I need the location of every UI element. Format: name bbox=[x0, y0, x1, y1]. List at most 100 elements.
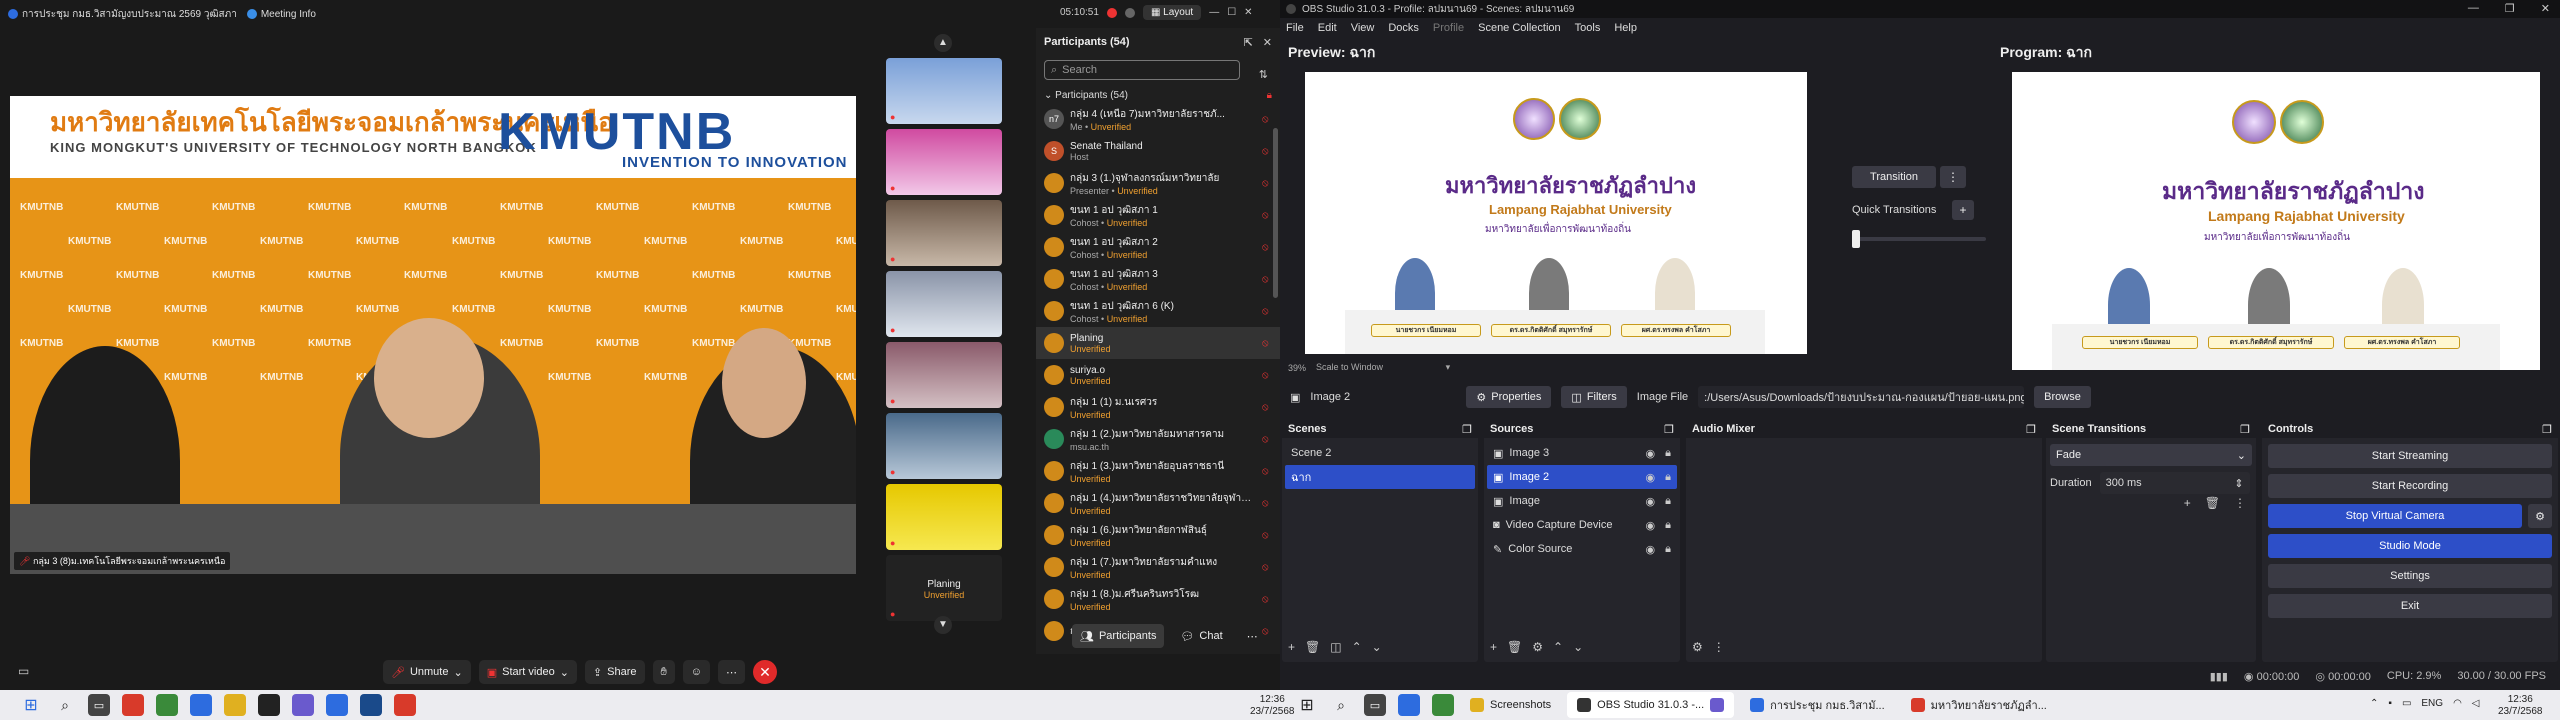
studio-mode-button[interactable]: Studio Mode bbox=[2268, 534, 2552, 558]
menu-file[interactable]: File bbox=[1286, 22, 1304, 34]
participant-row[interactable]: ขนท 1 อป วุฒิสภา 2 Cohost • Unverified ⦸ bbox=[1036, 231, 1280, 263]
trash-icon[interactable]: 🗑︎ bbox=[1507, 640, 1522, 654]
menu-tools[interactable]: Tools bbox=[1575, 22, 1601, 34]
video-thumbnail[interactable]: ● bbox=[886, 342, 1002, 408]
participant-row[interactable]: ขนท 1 อป วุฒิสภา 3 Cohost • Unverified ⦸ bbox=[1036, 263, 1280, 295]
video-thumbnail[interactable]: ● bbox=[886, 129, 1002, 195]
participant-row[interactable]: กลุ่ม 1 (4.)มหาวิทยาลัยราชวิทยาลัยจุฬาภร… bbox=[1036, 487, 1280, 519]
participant-row[interactable]: n7 กลุ่ม 4 (เหนือ 7)มหาวิทยาลัยราชภั... Me… bbox=[1036, 103, 1280, 135]
transition-bar[interactable] bbox=[1852, 237, 1986, 241]
app-icon[interactable] bbox=[326, 694, 348, 716]
menu-icon[interactable]: ⋮ bbox=[1713, 640, 1725, 654]
menu-scene-collection[interactable]: Scene Collection bbox=[1478, 22, 1561, 34]
stop-virtual-camera-button[interactable]: Stop Virtual Camera bbox=[2268, 504, 2522, 528]
chat-tab-button[interactable]: 💬︎ Chat bbox=[1172, 624, 1230, 648]
participant-row[interactable]: กลุ่ม 1 (8.)ม.ศรีนครินทรวิโรฒ Unverified ⦸ bbox=[1036, 583, 1280, 615]
taskbar-app[interactable]: การประชุม กมธ.วิสามั... bbox=[1740, 692, 1895, 718]
start-video-button[interactable]: ▣ Start video ⌄ bbox=[478, 660, 577, 684]
trash-icon[interactable]: 🗑︎ bbox=[1305, 640, 1320, 654]
start-recording-button[interactable]: Start Recording bbox=[2268, 474, 2552, 498]
participants-section-header[interactable]: ⌄ Participants (54) 🔒︎ bbox=[1036, 84, 1280, 103]
lock-icon[interactable]: 🔒︎ bbox=[1665, 471, 1671, 484]
participant-row[interactable]: กลุ่ม 1 (2.)มหาวิทยาลัยมหาสารคาม msu.ac.t… bbox=[1036, 423, 1280, 455]
participant-row[interactable]: ขนท 1 อป วุฒิสภา 1 Cohost • Unverified ⦸ bbox=[1036, 199, 1280, 231]
settings-button[interactable]: Settings bbox=[2268, 564, 2552, 588]
lock-icon[interactable]: 🔒︎ bbox=[1665, 495, 1671, 508]
add-icon[interactable]: + bbox=[1288, 640, 1295, 654]
transition-bar-handle[interactable] bbox=[1852, 230, 1860, 248]
lock-icon[interactable]: 🔒︎ bbox=[1665, 519, 1671, 532]
windows-start-icon[interactable]: ⊞ bbox=[1296, 694, 1318, 716]
participants-scrollbar[interactable] bbox=[1273, 128, 1278, 298]
task-view-icon[interactable]: ▭ bbox=[88, 694, 110, 716]
virtual-camera-settings-button[interactable]: ⚙ bbox=[2528, 504, 2552, 528]
video-thumbnail[interactable]: ● bbox=[886, 58, 1002, 124]
search-icon[interactable]: ⌕ bbox=[1330, 694, 1352, 716]
gear-icon[interactable]: ⚙ bbox=[1692, 640, 1703, 654]
participant-row[interactable]: กลุ่ม 3 (1.)จุฬาลงกรณ์มหาวิทยาลัย Present… bbox=[1036, 167, 1280, 199]
exit-button[interactable]: Exit bbox=[2268, 594, 2552, 618]
source-item[interactable]: ◙ Video Capture Device ◉ 🔒︎ bbox=[1487, 513, 1677, 537]
add-quick-transition-button[interactable]: + bbox=[1952, 200, 1974, 220]
undock-icon[interactable]: ❐ bbox=[1462, 423, 1472, 436]
gear-icon[interactable]: ⚙ bbox=[1532, 640, 1543, 654]
meeting-title[interactable]: การประชุม กมธ.วิสามัญงบประมาณ 2569 วุฒิส… bbox=[8, 7, 237, 22]
participant-row[interactable]: ขนท 1 อป วุฒิสภา 6 (K) Cohost • Unverifie… bbox=[1036, 295, 1280, 327]
participant-row[interactable]: suriya.o Unverified ⦸ bbox=[1036, 359, 1280, 391]
search-icon[interactable]: ⌕ bbox=[54, 694, 76, 716]
menu-edit[interactable]: Edit bbox=[1318, 22, 1337, 34]
minimize-icon[interactable]: — bbox=[2468, 2, 2479, 15]
scene-item[interactable]: Scene 2 bbox=[1285, 441, 1475, 465]
move-up-icon[interactable]: ⌃ bbox=[1352, 640, 1362, 654]
close-icon[interactable]: ✕ bbox=[2541, 2, 2550, 15]
participants-search-input[interactable]: ⌕ Search bbox=[1044, 60, 1240, 80]
app-icon[interactable] bbox=[1710, 698, 1725, 712]
chrome-icon[interactable] bbox=[156, 694, 178, 716]
obs-icon[interactable] bbox=[258, 694, 280, 716]
more-icon[interactable]: ⋯ bbox=[1239, 624, 1266, 648]
source-item[interactable]: ▣ Image 3 ◉ 🔒︎ bbox=[1487, 441, 1677, 465]
video-thumbnail[interactable]: ● bbox=[886, 271, 1002, 337]
edge-icon[interactable] bbox=[1398, 694, 1420, 716]
clock[interactable]: 12:36 23/7/2568 bbox=[2498, 694, 2543, 718]
maximize-icon[interactable]: ❐ bbox=[2505, 2, 2515, 15]
visibility-eye-icon[interactable]: ◉ bbox=[1646, 543, 1656, 556]
visibility-eye-icon[interactable]: ◉ bbox=[1646, 519, 1656, 532]
thumbnails-scroll-down-button[interactable]: ▼ bbox=[934, 616, 952, 634]
task-view-icon[interactable]: ▭ bbox=[1364, 694, 1386, 716]
video-thumbnail-planing[interactable]: Planing Unverified ● bbox=[886, 555, 1002, 621]
source-item[interactable]: ▣ Image ◉ 🔒︎ bbox=[1487, 489, 1677, 513]
undock-icon[interactable]: ❐ bbox=[2026, 423, 2036, 436]
visibility-eye-icon[interactable]: ◉ bbox=[1646, 471, 1656, 484]
reactions-button[interactable]: ☺ bbox=[682, 660, 711, 684]
app-tray-icon[interactable]: ▪ bbox=[2388, 698, 2392, 709]
undock-icon[interactable]: ❐ bbox=[2542, 423, 2552, 436]
sort-icon[interactable]: ⇅ bbox=[1259, 68, 1268, 81]
meeting-info-button[interactable]: Meeting Info bbox=[246, 9, 316, 20]
trash-icon[interactable]: 🗑︎ bbox=[2205, 496, 2220, 510]
close-icon[interactable]: ✕ bbox=[1263, 36, 1272, 49]
layout-button[interactable]: ▦ Layout bbox=[1142, 5, 1202, 20]
windows-start-icon[interactable]: ⊞ bbox=[20, 694, 42, 716]
properties-button[interactable]: ⚙ Properties bbox=[1466, 386, 1552, 408]
share-button[interactable]: ⇪ Share bbox=[584, 660, 645, 684]
taskbar-app[interactable]: OBS Studio 31.0.3 -... bbox=[1567, 692, 1735, 718]
source-item[interactable]: ✎ Color Source ◉ 🔒︎ bbox=[1487, 537, 1677, 561]
taskbar-app[interactable]: Screenshots bbox=[1460, 692, 1561, 718]
source-item[interactable]: ▣ Image 2 ◉ 🔒︎ bbox=[1487, 465, 1677, 489]
active-speaker-video[interactable]: มหาวิทยาลัยเทคโนโลยีพระจอมเกล้าพระนครเหน… bbox=[10, 96, 856, 574]
menu-icon[interactable]: ⋮ bbox=[2234, 496, 2246, 510]
browse-button[interactable]: Browse bbox=[2034, 386, 2091, 408]
visibility-eye-icon[interactable]: ◉ bbox=[1646, 447, 1656, 460]
participants-tab-button[interactable]: 👥︎ Participants bbox=[1072, 624, 1165, 648]
taskbar-app[interactable]: มหาวิทยาลัยราชภัฏลำ... bbox=[1901, 692, 2057, 718]
close-icon[interactable]: ✕ bbox=[1244, 7, 1252, 18]
start-streaming-button[interactable]: Start Streaming bbox=[2268, 444, 2552, 468]
lock-icon[interactable]: 🔒︎ bbox=[1665, 447, 1671, 460]
move-down-icon[interactable]: ⌄ bbox=[1573, 640, 1583, 654]
move-down-icon[interactable]: ⌄ bbox=[1372, 640, 1382, 654]
chevron-up-icon[interactable]: ⌃ bbox=[2370, 698, 2378, 709]
thumbnails-scroll-up-button[interactable]: ▲ bbox=[934, 34, 952, 52]
transition-menu-button[interactable]: ⋮ bbox=[1940, 166, 1966, 188]
preview-canvas[interactable]: มหาวิทยาลัยราชภัฏลำปาง Lampang Rajabhat … bbox=[1305, 72, 1807, 354]
